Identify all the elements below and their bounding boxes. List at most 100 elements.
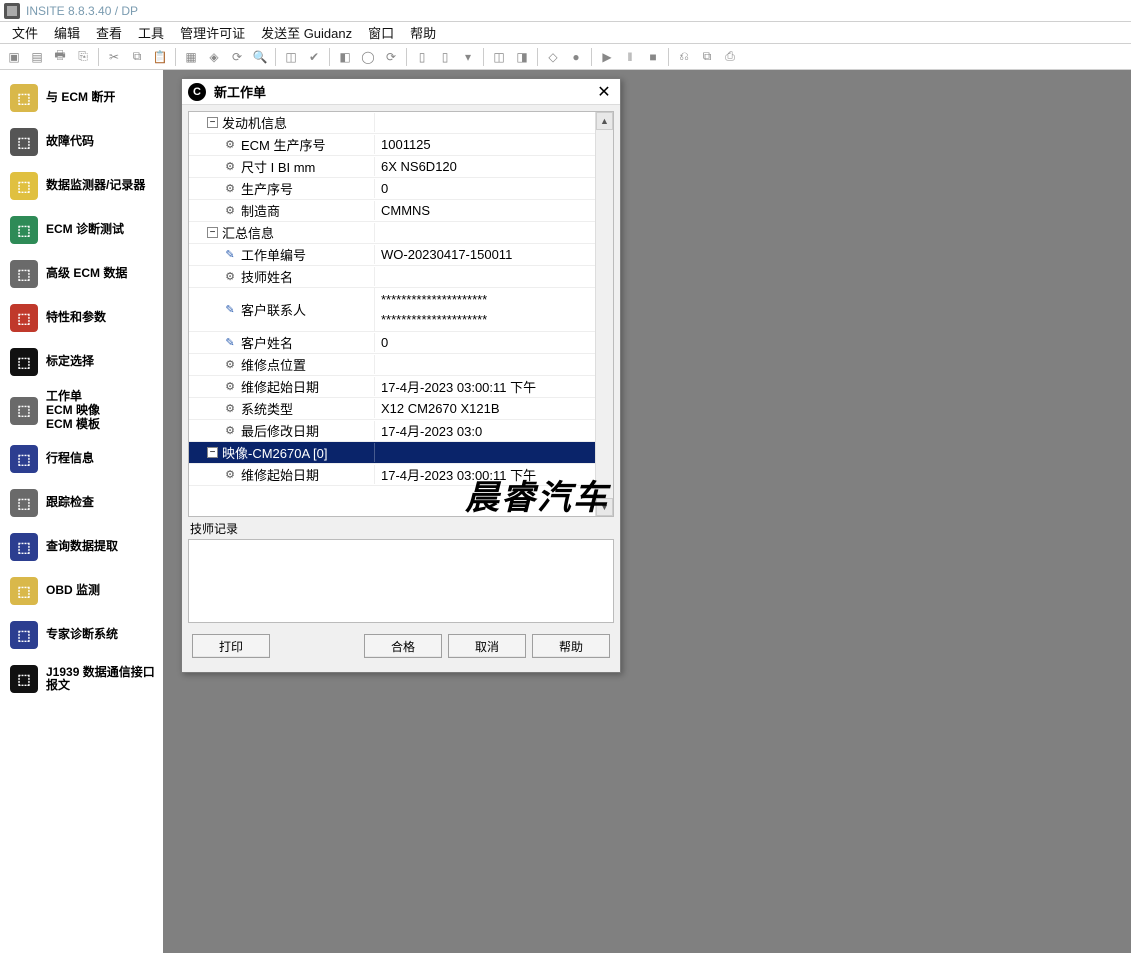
sidebar-item[interactable]: ⬚标定选择 <box>0 340 163 384</box>
tree-item[interactable]: ✎工作单编号WO-20230417-150011 <box>189 244 595 266</box>
toolbar-icon[interactable]: ⎘ <box>73 47 93 67</box>
tree-item[interactable]: ✎客户联系人**********************************… <box>189 288 595 332</box>
tree-group[interactable]: −映像-CM2670A [0] <box>189 442 595 464</box>
tree-item[interactable]: ⚙技师姓名 <box>189 266 595 288</box>
toolbar-icon[interactable]: ▦ <box>181 47 201 67</box>
sidebar: ⬚与 ECM 断开⬚故障代码⬚数据监测器/记录器⬚ECM 诊断测试⬚高级 ECM… <box>0 70 165 953</box>
gear-icon: ⚙ <box>223 424 237 438</box>
toolbar-icon[interactable]: ⎙ <box>720 47 740 67</box>
sidebar-item[interactable]: ⬚行程信息 <box>0 437 163 481</box>
tree-value-cell[interactable]: X12 CM2670 X121B <box>375 401 595 416</box>
tree-item[interactable]: ⚙ECM 生产序号1001125 <box>189 134 595 156</box>
help-button[interactable]: 帮助 <box>532 634 610 658</box>
menu-help[interactable]: 帮助 <box>402 21 444 44</box>
toolbar-icon[interactable]: ⟳ <box>381 47 401 67</box>
tree-value-cell[interactable]: 17-4月-2023 03:0 <box>375 421 595 440</box>
tree-value-cell[interactable]: 0 <box>375 335 595 350</box>
dialog-title-bar[interactable]: C 新工作单 ✕ <box>182 79 620 105</box>
tree-value-cell[interactable]: 6X NS6D120 <box>375 159 595 174</box>
toolbar-icon[interactable]: ◇ <box>543 47 563 67</box>
tree-item[interactable]: ⚙最后修改日期17-4月-2023 03:0 <box>189 420 595 442</box>
expand-collapse-icon[interactable]: − <box>207 227 218 238</box>
tree-item[interactable]: ⚙生产序号0 <box>189 178 595 200</box>
toolbar-icon[interactable]: ◯ <box>358 47 378 67</box>
tree-group[interactable]: −发动机信息 <box>189 112 595 134</box>
sidebar-item[interactable]: ⬚专家诊断系统 <box>0 613 163 657</box>
tree-key-label: 发动机信息 <box>222 113 287 132</box>
expand-collapse-icon[interactable]: − <box>207 447 218 458</box>
toolbar-icon[interactable]: ◧ <box>335 47 355 67</box>
toolbar-icon[interactable]: ◈ <box>204 47 224 67</box>
sidebar-item[interactable]: ⬚高级 ECM 数据 <box>0 252 163 296</box>
toolbar-icon[interactable]: ⎌ <box>674 47 694 67</box>
vertical-scrollbar[interactable]: ▲ ▼ <box>595 112 613 516</box>
gear-icon: ⚙ <box>223 358 237 372</box>
cancel-button[interactable]: 取消 <box>448 634 526 658</box>
pause-icon[interactable]: ‖ <box>620 47 640 67</box>
toolbar-icon[interactable]: ▣ <box>4 47 24 67</box>
cut-icon[interactable]: ✂ <box>104 47 124 67</box>
sidebar-item[interactable]: ⬚故障代码 <box>0 120 163 164</box>
menu-window[interactable]: 窗口 <box>360 21 402 44</box>
menu-tools[interactable]: 工具 <box>130 21 172 44</box>
tree-item[interactable]: ⚙维修起始日期17-4月-2023 03:00:11 下午 <box>189 376 595 398</box>
properties-tree[interactable]: −发动机信息⚙ECM 生产序号1001125⚙尺寸 I BI mm6X NS6D… <box>189 112 595 516</box>
tree-group[interactable]: −汇总信息 <box>189 222 595 244</box>
tree-item[interactable]: ⚙维修点位置 <box>189 354 595 376</box>
scroll-track[interactable] <box>596 130 613 498</box>
toolbar-icon[interactable]: ● <box>566 47 586 67</box>
technician-note-input[interactable] <box>188 539 614 623</box>
toolbar-icon[interactable]: ▯ <box>435 47 455 67</box>
scroll-up-icon[interactable]: ▲ <box>596 112 613 130</box>
toolbar-icon[interactable]: ◫ <box>489 47 509 67</box>
menu-send-guidanz[interactable]: 发送至 Guidanz <box>253 21 360 44</box>
toolbar-icon[interactable]: ⟳ <box>227 47 247 67</box>
tree-value-cell[interactable]: 17-4月-2023 03:00:11 下午 <box>375 377 595 396</box>
sidebar-item[interactable]: ⬚OBD 监测 <box>0 569 163 613</box>
tree-item[interactable]: ⚙维修起始日期17-4月-2023 03:00:11 下午 <box>189 464 595 486</box>
sidebar-item[interactable]: ⬚工作单ECM 映像ECM 模板 <box>0 384 163 437</box>
tree-value-cell[interactable]: 17-4月-2023 03:00:11 下午 <box>375 465 595 484</box>
sidebar-item[interactable]: ⬚数据监测器/记录器 <box>0 164 163 208</box>
toolbar-icon[interactable]: 🖶 <box>50 47 70 67</box>
search-icon[interactable]: 🔍 <box>250 47 270 67</box>
sidebar-item[interactable]: ⬚ECM 诊断测试 <box>0 208 163 252</box>
workspace: C 新工作单 ✕ −发动机信息⚙ECM 生产序号1001125⚙尺寸 I BI … <box>165 70 1131 953</box>
close-icon[interactable]: ✕ <box>594 82 614 102</box>
sidebar-item-label: 高级 ECM 数据 <box>46 267 127 281</box>
ok-button[interactable]: 合格 <box>364 634 442 658</box>
sidebar-item[interactable]: ⬚跟踪检查 <box>0 481 163 525</box>
menu-view[interactable]: 查看 <box>88 21 130 44</box>
menu-license[interactable]: 管理许可证 <box>172 21 253 44</box>
toolbar-icon[interactable]: ◫ <box>281 47 301 67</box>
toolbar-icon[interactable]: ✔ <box>304 47 324 67</box>
sidebar-item[interactable]: ⬚与 ECM 断开 <box>0 76 163 120</box>
menu-edit[interactable]: 编辑 <box>46 21 88 44</box>
expand-collapse-icon[interactable]: − <box>207 117 218 128</box>
toolbar-icon[interactable]: ▾ <box>458 47 478 67</box>
play-icon[interactable]: ▶ <box>597 47 617 67</box>
menu-file[interactable]: 文件 <box>4 21 46 44</box>
tree-item[interactable]: ⚙制造商CMMNS <box>189 200 595 222</box>
scroll-down-icon[interactable]: ▼ <box>596 498 613 516</box>
toolbar-icon[interactable]: ◨ <box>512 47 532 67</box>
tree-item[interactable]: ⚙尺寸 I BI mm6X NS6D120 <box>189 156 595 178</box>
copy-icon[interactable]: ⧉ <box>127 47 147 67</box>
sidebar-item[interactable]: ⬚特性和参数 <box>0 296 163 340</box>
tree-value-cell[interactable]: CMMNS <box>375 203 595 218</box>
tree-item[interactable]: ⚙系统类型X12 CM2670 X121B <box>189 398 595 420</box>
toolbar-icon[interactable]: ▯ <box>412 47 432 67</box>
toolbar-icon[interactable]: ▤ <box>27 47 47 67</box>
tree-value-cell[interactable]: ****************************************… <box>375 290 595 330</box>
tree-value-cell[interactable]: 0 <box>375 181 595 196</box>
sidebar-item[interactable]: ⬚J1939 数据通信接口报文 <box>0 657 163 701</box>
paste-icon[interactable]: 📋 <box>150 47 170 67</box>
tree-value-cell[interactable]: 1001125 <box>375 137 595 152</box>
stop-icon[interactable]: ■ <box>643 47 663 67</box>
print-button[interactable]: 打印 <box>192 634 270 658</box>
toolbar-icon[interactable]: ⧉ <box>697 47 717 67</box>
tree-item[interactable]: ✎客户姓名0 <box>189 332 595 354</box>
tree-value-cell[interactable]: WO-20230417-150011 <box>375 247 595 262</box>
tree-key-cell: ⚙维修起始日期 <box>189 465 375 484</box>
sidebar-item[interactable]: ⬚查询数据提取 <box>0 525 163 569</box>
